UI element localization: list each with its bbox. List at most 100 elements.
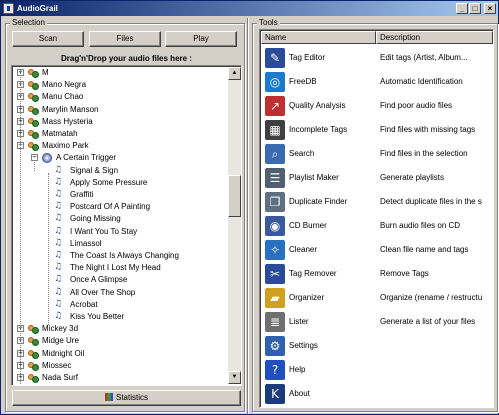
artist-icon [28,336,39,346]
tree-artist-item[interactable]: + Matmatah [16,128,226,140]
tree-track-item[interactable]: ♫ Apply Some Pressure [44,177,226,189]
tree-artist-item[interactable]: − Maximo Park [16,140,226,152]
tool-row-help[interactable]: ? Help [261,358,493,382]
tool-row-grid[interactable]: ▦ Incomplete Tags Find files with missing … [261,118,493,142]
statistics-icon [104,393,113,401]
tool-row-list[interactable]: ≣ Lister Generate a list of your files [261,310,493,334]
tool-row-tag-remover[interactable]: ✂ Tag Remover Remove Tags [261,262,493,286]
music-note-icon: ♫ [54,165,63,175]
files-button[interactable]: Files [89,31,161,47]
tree-artist-item[interactable]: + Nada Surf [16,372,226,384]
maximize-button[interactable]: □ [469,3,481,14]
tool-name: Cleaner [289,245,318,254]
tree-item-label: Apply Some Pressure [70,178,148,187]
album-icon [42,153,52,163]
list-icon: ≣ [265,312,285,332]
tree-item-label: Midge Ure [42,336,79,345]
file-tree[interactable]: + M + Mano Negra + Manu Chao + Marylin Manson + M… [11,65,242,386]
tool-row-chart[interactable]: ↗ Quality Analysis Find poor audio files [261,94,493,118]
close-button[interactable]: × [484,3,496,14]
tool-description: Find poor audio files [380,101,453,110]
tree-track-item[interactable]: ♫ Kiss You Better [44,311,226,323]
tool-name: Settings [289,341,318,350]
scan-button[interactable]: Scan [12,31,84,47]
tool-description: Generate a list of your files [380,317,476,326]
statistics-button[interactable]: Statistics [12,390,241,406]
tree-track-item[interactable]: ♫ I Want You To Stay [44,226,226,238]
tool-name: Playlist Maker [289,173,339,182]
tool-row-about[interactable]: K About [261,382,493,406]
tool-row-gear[interactable]: ⚙ Settings [261,334,493,358]
music-note-icon: ♫ [54,177,63,187]
tree-artist-item[interactable]: + Marylin Manson [16,104,226,116]
panel-separator[interactable] [247,18,249,414]
tree-track-item[interactable]: ♫ Postcard Of A Painting [44,201,226,213]
tree-item-label: All Over The Shop [70,288,136,297]
brush-icon: ✧ [265,240,285,260]
scroll-up-arrow-icon[interactable]: ▲ [228,67,241,80]
column-header-name[interactable]: Name [261,31,376,44]
tree-track-item[interactable]: ♫ Once A Glimpse [44,274,226,286]
tree-track-item[interactable]: ♫ Limassol [44,238,226,250]
tool-description: Burn audio files on CD [380,221,461,230]
tree-artist-item[interactable]: + Mass Hysteria [16,116,226,128]
tree-artist-item[interactable]: +New Found Glory [16,384,226,385]
music-note-icon: ♫ [54,250,63,260]
artist-icon [28,373,39,383]
tool-description: Organize (rename / restructu [380,293,483,302]
scroll-thumb[interactable] [228,175,241,217]
tool-description: Remove Tags [380,269,429,278]
tools-list[interactable]: Name Description ✎ Tag Editor Edit tags (A… [259,29,494,408]
tool-row-globe[interactable]: ◎ FreeDB Automatic Identification [261,70,493,94]
tree-item-label: A Certain Trigger [56,153,117,162]
tool-name: FreeDB [289,77,317,86]
scroll-down-arrow-icon[interactable]: ▼ [228,371,241,384]
app-window: AudioGrail _ □ × Selection Scan Files Pl… [0,0,499,415]
column-header-description[interactable]: Description [376,31,493,44]
window-title: AudioGrail [17,4,58,13]
tree-track-item[interactable]: ♫ All Over The Shop [44,287,226,299]
tree-artist-item[interactable]: + M [16,67,226,79]
play-button[interactable]: Play [165,31,237,47]
tree-track-item[interactable]: ♫ The Night I Lost My Head [44,262,226,274]
tree-artist-item[interactable]: + Mano Negra [16,79,226,91]
tree-artist-item[interactable]: + Midnight Oil [16,348,226,360]
tool-description: Find files with missing tags [380,125,476,134]
tree-track-item[interactable]: ♫ Acrobat [44,299,226,311]
tree-item-label: Acrobat [70,300,98,309]
artist-icon-part [32,83,39,90]
tree-item-label: The Night I Lost My Head [70,263,161,272]
tree-album-item[interactable]: − A Certain Trigger [30,152,226,164]
tree-artist-item[interactable]: + Miossec [16,360,226,372]
tree-track-item[interactable]: ♫ Going Missing [44,213,226,225]
tree-item-label: Manu Chao [42,92,84,101]
tool-name: Help [289,365,306,374]
tool-row-folder[interactable]: ▰ Organizer Organize (rename / restructu [261,286,493,310]
artist-icon [28,141,39,151]
tool-row-playlist[interactable]: ☰ Playlist Maker Generate playlists [261,166,493,190]
tool-name: Incomplete Tags [289,125,348,134]
tool-row-search[interactable]: ⌕ Search Find files in the selection [261,142,493,166]
tree-track-item[interactable]: ♫ Graffiti [44,189,226,201]
tree-track-item[interactable]: ♫ The Coast Is Always Changing [44,250,226,262]
tool-row-duplicate[interactable]: ❐ Duplicate Finder Detect duplicate files … [261,190,493,214]
tree-item-label: Postcard Of A Painting [70,202,151,211]
tree-artist-item[interactable]: + Manu Chao [16,91,226,103]
tree-item-label: New Found Glory [42,384,104,385]
tool-description: Find files in the selection [380,149,468,158]
tree-artist-item[interactable]: + Midge Ure [16,335,226,347]
artist-icon-part [32,364,39,371]
tree-track-item[interactable]: ♫ Signal & Sign [44,165,226,177]
tool-row-tag-editor[interactable]: ✎ Tag Editor Edit tags (Artist, Album... [261,46,493,70]
tool-row-brush[interactable]: ✧ Cleaner Clean file name and tags [261,238,493,262]
artist-icon-part [32,108,39,115]
tool-name: Duplicate Finder [289,197,348,206]
gear-icon: ⚙ [265,336,285,356]
tree-scrollbar[interactable]: ▲ ▼ [228,67,241,384]
search-icon: ⌕ [265,144,285,164]
tool-description [380,382,492,406]
tool-description: Clean file name and tags [380,245,469,254]
tool-row-cd[interactable]: ◉ CD Burner Burn audio files on CD [261,214,493,238]
minimize-button[interactable]: _ [456,3,468,14]
artist-icon [28,92,39,102]
